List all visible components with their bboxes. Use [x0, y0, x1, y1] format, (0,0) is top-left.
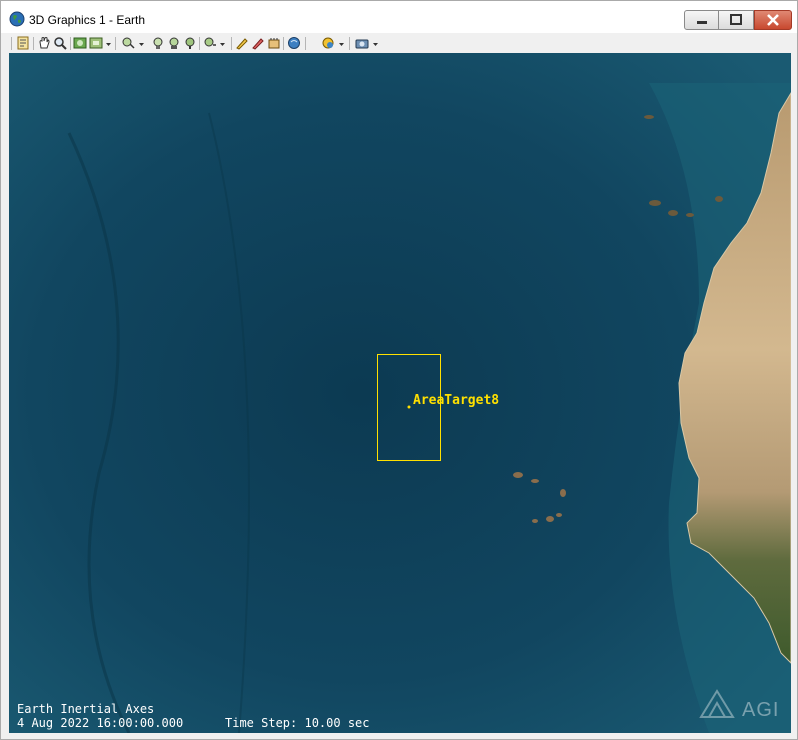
toolbar-separator [231, 37, 232, 50]
properties-icon[interactable] [16, 36, 30, 50]
record-movie-icon[interactable] [321, 36, 335, 50]
snapshot-icon[interactable] [89, 36, 103, 50]
area-target-label[interactable]: AreaTarget8 [413, 393, 499, 408]
chevron-down-icon[interactable] [106, 42, 111, 47]
toolbar-separator [70, 37, 71, 50]
reference-frame-label: Earth Inertial Axes [17, 702, 155, 716]
draw-icon[interactable] [235, 36, 249, 50]
overlay-icon[interactable] [287, 36, 301, 50]
chevron-down-icon[interactable] [220, 42, 225, 47]
toolbar-separator [349, 37, 350, 50]
close-icon [767, 14, 779, 26]
window-title: 3D Graphics 1 - Earth [29, 13, 146, 27]
earth-imagery [9, 53, 791, 733]
globe-manager-icon[interactable] [267, 36, 281, 50]
maximize-icon [730, 14, 742, 25]
zoom-icon[interactable] [53, 36, 67, 50]
toolbar-separator [283, 37, 284, 50]
measure-icon[interactable] [203, 36, 217, 50]
area-target-point[interactable] [407, 405, 411, 409]
chevron-down-icon[interactable] [139, 42, 144, 47]
minimize-icon [697, 21, 707, 24]
title-bar[interactable]: 3D Graphics 1 - Earth [1, 1, 797, 33]
graphics-toolbar [9, 34, 791, 54]
pan-hand-icon[interactable] [37, 36, 51, 50]
camera-icon[interactable] [355, 36, 369, 50]
time-step-label: Time Step: 10.00 sec [225, 716, 370, 730]
terrain-icon[interactable] [251, 36, 265, 50]
toolbar-separator [33, 37, 34, 50]
globe-icon [9, 11, 25, 27]
maximize-button[interactable] [719, 10, 754, 30]
scenario-time-label: 4 Aug 2022 16:00:00.000 [17, 716, 184, 730]
minimize-button[interactable] [684, 10, 719, 30]
toolbar-separator [115, 37, 116, 50]
chevron-down-icon[interactable] [373, 42, 378, 47]
close-button[interactable] [754, 10, 792, 30]
toolbar-separator [199, 37, 200, 50]
toolbar-separator [305, 37, 306, 50]
agi-watermark: AGI [742, 699, 780, 721]
home-view-icon[interactable] [73, 36, 87, 50]
graphics-window: 3D Graphics 1 - Earth AreaTarget8 Earth … [0, 0, 798, 740]
camera-icon[interactable] [183, 36, 197, 50]
3d-viewport[interactable]: AreaTarget8 Earth Inertial Axes 4 Aug 20… [9, 53, 791, 733]
object-view-icon[interactable] [167, 36, 181, 50]
orbit-icon[interactable] [151, 36, 165, 50]
chevron-down-icon[interactable] [339, 42, 344, 47]
toolbar-grip [11, 37, 12, 50]
view-from-to-icon[interactable] [122, 36, 136, 50]
